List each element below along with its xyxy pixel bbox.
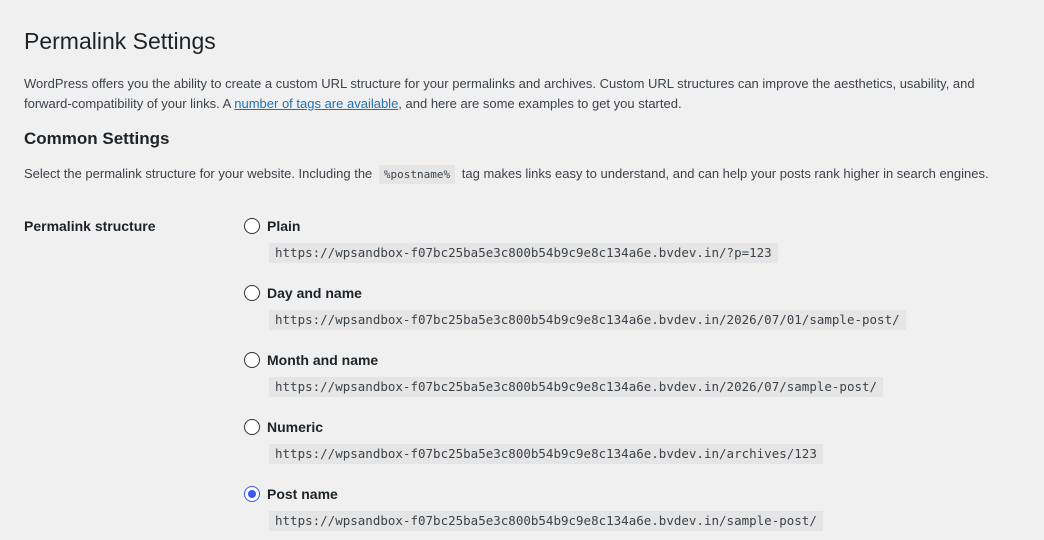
radio-day-and-name[interactable]: [244, 285, 260, 301]
available-tags-link[interactable]: number of tags are available: [234, 96, 398, 111]
permalink-settings-page: Permalink Settings WordPress offers you …: [0, 0, 1044, 540]
option-plain-url: https://wpsandbox-f07bc25ba5e3c800b54b9c…: [269, 243, 778, 263]
intro-text: WordPress offers you the ability to crea…: [24, 74, 1014, 113]
radio-numeric[interactable]: [244, 419, 260, 435]
option-post-name-label: Post name: [267, 486, 338, 502]
intro-text-end: , and here are some examples to get you …: [398, 95, 682, 111]
option-post-name-toggle[interactable]: Post name: [244, 485, 823, 503]
option-day-and-name: Day and name https://wpsandbox-f07bc25ba…: [244, 284, 906, 330]
page-title: Permalink Settings: [24, 28, 216, 54]
option-plain-toggle[interactable]: Plain: [244, 217, 778, 235]
option-post-name: Post name https://wpsandbox-f07bc25ba5e3…: [244, 485, 823, 531]
option-plain: Plain https://wpsandbox-f07bc25ba5e3c800…: [244, 217, 778, 263]
option-post-name-url: https://wpsandbox-f07bc25ba5e3c800b54b9c…: [269, 511, 823, 531]
option-day-and-name-label: Day and name: [267, 285, 362, 301]
common-settings-heading: Common Settings: [24, 129, 170, 148]
radio-plain[interactable]: [244, 218, 260, 234]
option-day-and-name-toggle[interactable]: Day and name: [244, 284, 906, 302]
option-numeric-url: https://wpsandbox-f07bc25ba5e3c800b54b9c…: [269, 444, 823, 464]
description-end: tag makes links easy to understand, and …: [461, 166, 989, 181]
option-numeric-label: Numeric: [267, 419, 324, 435]
postname-tag: %postname%: [378, 165, 456, 184]
radio-month-and-name[interactable]: [244, 352, 260, 368]
option-month-and-name-toggle[interactable]: Month and name: [244, 351, 883, 369]
option-month-and-name: Month and name https://wpsandbox-f07bc25…: [244, 351, 884, 397]
option-month-and-name-url: https://wpsandbox-f07bc25ba5e3c800b54b9c…: [269, 377, 884, 397]
option-numeric-toggle[interactable]: Numeric: [244, 418, 823, 436]
option-numeric: Numeric https://wpsandbox-f07bc25ba5e3c8…: [244, 418, 823, 464]
option-month-and-name-label: Month and name: [267, 352, 379, 368]
description-start: Select the permalink structure for your …: [24, 166, 373, 181]
option-plain-label: Plain: [267, 218, 301, 234]
common-settings-description: Select the permalink structure for your …: [24, 164, 989, 185]
permalink-structure-label: Permalink structure: [24, 218, 156, 234]
radio-post-name[interactable]: [244, 486, 260, 502]
option-day-and-name-url: https://wpsandbox-f07bc25ba5e3c800b54b9c…: [269, 310, 906, 330]
